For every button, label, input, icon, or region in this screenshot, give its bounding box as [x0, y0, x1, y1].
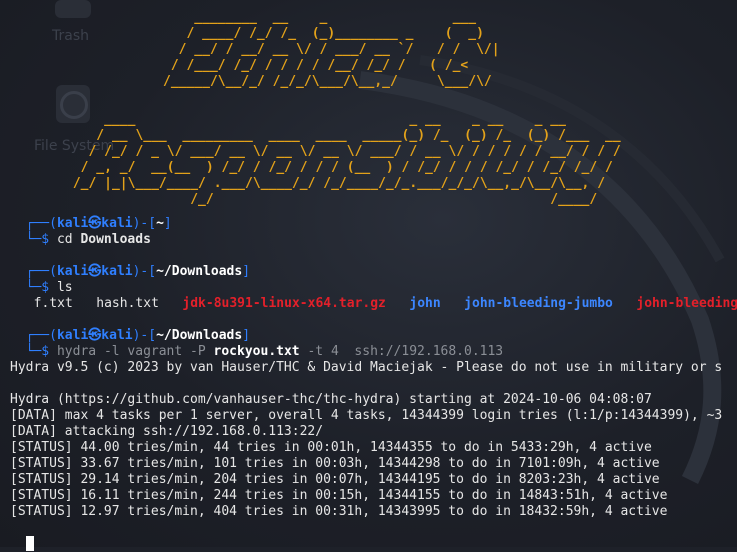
prompt-dir-close: ] [242, 264, 251, 279]
hydra-output-line: Hydra (https://github.com/vanhauser-thc/… [10, 392, 652, 407]
prompt-line-2: ┌──(kali㉿kali)-[~/Downloads] [10, 248, 250, 279]
terminal-cursor-line[interactable] [10, 520, 34, 551]
ls-item-file: f.txt [33, 296, 73, 311]
command-arg: 4 [330, 344, 339, 359]
command-arg: Downloads [80, 232, 151, 247]
command-arg: vagrant [127, 344, 183, 359]
command-arg: ssh://192.168.0.113 [354, 344, 504, 359]
command-line-1: └─$ cd Downloads [10, 216, 151, 247]
ascii-banner-top: ________ __ _ ___ / ____/ /_/ /_ (_)____… [163, 10, 500, 89]
command-name: cd [56, 232, 73, 247]
command-flag: -P [190, 344, 206, 359]
hydra-status-line: [STATUS] 16.11 tries/min, 244 tries in 0… [10, 488, 668, 503]
prompt-arrow: └─$ [25, 344, 50, 359]
prompt-host: kali [101, 264, 133, 279]
command-arg: rockyou.txt [213, 344, 300, 359]
desktop-icon-trash-label[interactable]: Trash [52, 28, 89, 44]
command-flag: -t [307, 344, 324, 359]
ls-output: f.txt hash.txt jdk-8u391-linux-x64.tar.g… [18, 280, 737, 311]
prompt-bracket-close: )-[ [132, 264, 157, 279]
prompt-dir: ~ [156, 216, 164, 231]
hydra-output-line: [DATA] attacking ssh://192.168.0.113:22/ [10, 424, 324, 439]
command-line-3: └─$ hydra -l vagrant -P rockyou.txt -t 4… [10, 328, 503, 359]
command-name: hydra [56, 344, 97, 359]
hydra-output-line: [DATA] max 4 tasks per 1 server, overall… [10, 408, 723, 423]
command-flag: -l [103, 344, 120, 359]
ls-item-file: hash.txt [96, 296, 159, 311]
command-line-2: └─$ ls [10, 264, 73, 295]
hydra-output-line: Hydra v9.5 (c) 2023 by van Hauser/THC & … [10, 360, 723, 375]
prompt-line-3: ┌──(kali㉿kali)-[~/Downloads] [10, 312, 250, 343]
prompt-at: ㉿ [88, 264, 102, 279]
hydra-status-line: [STATUS] 29.14 tries/min, 204 tries in 0… [10, 472, 660, 487]
trash-icon[interactable] [55, 0, 91, 18]
ascii-banner-bottom: ____ _ __ _ __ _ __ / __ \___ _________ … [72, 112, 621, 207]
hydra-status-line: [STATUS] 44.00 tries/min, 44 tries in 00… [10, 440, 652, 455]
ls-item-archive: john-bleeding [636, 296, 737, 311]
prompt-dir: ~/Downloads [156, 264, 243, 279]
prompt-arrow: └─$ [25, 232, 50, 247]
hydra-status-line: [STATUS] 33.67 tries/min, 101 tries in 0… [10, 456, 660, 471]
ls-item-archive: jdk-8u391-linux-x64.tar.gz [182, 296, 386, 311]
prompt-dir-close: ] [163, 216, 172, 231]
prompt-line-1: ┌──(kali㉿kali)-[~] [10, 200, 172, 231]
hydra-status-line: [STATUS] 12.97 tries/min, 404 tries in 0… [10, 504, 668, 519]
terminal-cursor[interactable] [25, 536, 34, 551]
ls-item-dir: john-bleeding-jumbo [464, 296, 613, 311]
ls-item-dir: john [409, 296, 441, 311]
